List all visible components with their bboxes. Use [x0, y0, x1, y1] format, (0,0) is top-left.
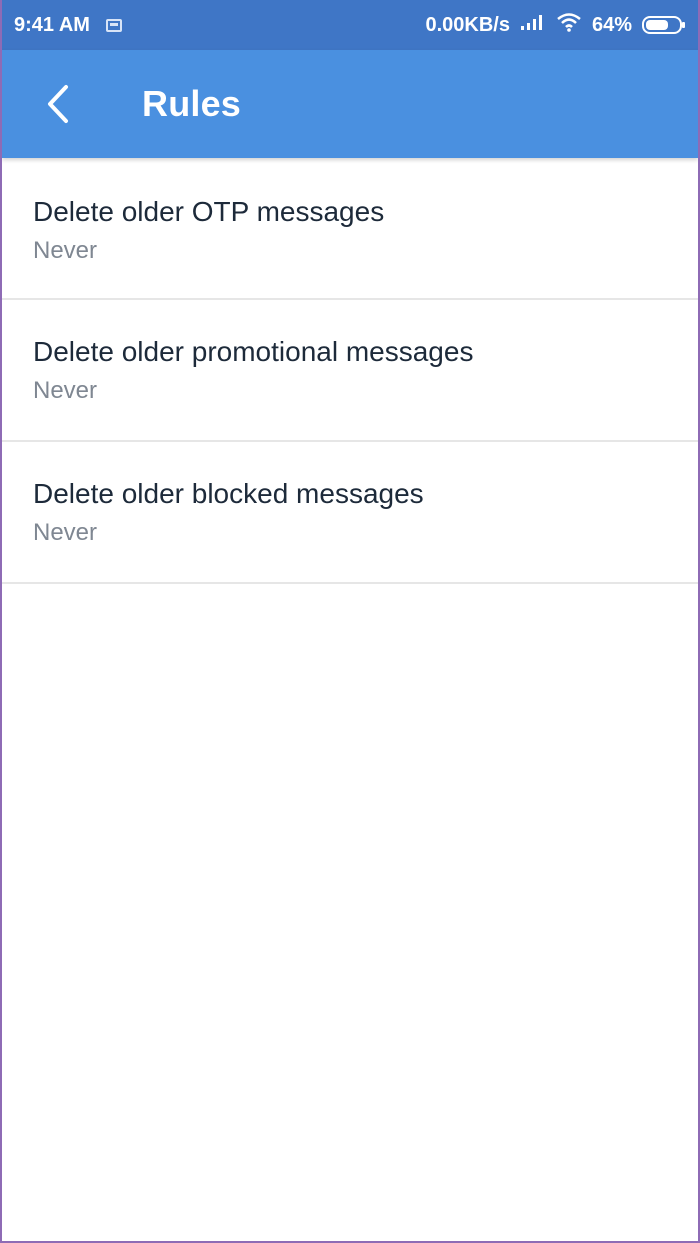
status-left: 9:41 AM: [14, 14, 122, 37]
network-speed: 0.00KB/s: [425, 13, 510, 36]
battery-percent: 64%: [591, 13, 632, 36]
rule-value: Never: [33, 377, 98, 404]
back-button[interactable]: [28, 74, 88, 134]
rule-value: Never: [33, 237, 98, 264]
rule-value: Never: [33, 519, 98, 546]
page-title: Rules: [142, 83, 242, 124]
status-right: 0.00KB/s 64%: [425, 12, 686, 38]
signal-icon: [520, 13, 546, 37]
app-bar: Rules: [2, 50, 698, 158]
status-time: 9:41 AM: [14, 13, 90, 36]
rule-title: Delete older blocked messages: [33, 478, 424, 509]
status-bar: 9:41 AM 0.00KB/s 64%: [2, 0, 698, 50]
rule-title: Delete older OTP messages: [33, 196, 385, 227]
back-arrow-icon: [48, 85, 68, 123]
rules-screen: 9:41 AM 0.00KB/s 64% Rules Delete older …: [0, 0, 700, 1243]
notification-icon: [105, 18, 122, 32]
battery-icon: [642, 15, 686, 35]
rule-item-otp[interactable]: Delete older OTP messages Never: [2, 158, 698, 300]
wifi-icon: [556, 12, 582, 38]
rule-item-promotional[interactable]: Delete older promotional messages Never: [2, 300, 698, 442]
rules-list: Delete older OTP messages Never Delete o…: [2, 158, 698, 584]
rule-item-blocked[interactable]: Delete older blocked messages Never: [2, 442, 698, 584]
rule-title: Delete older promotional messages: [33, 336, 474, 367]
